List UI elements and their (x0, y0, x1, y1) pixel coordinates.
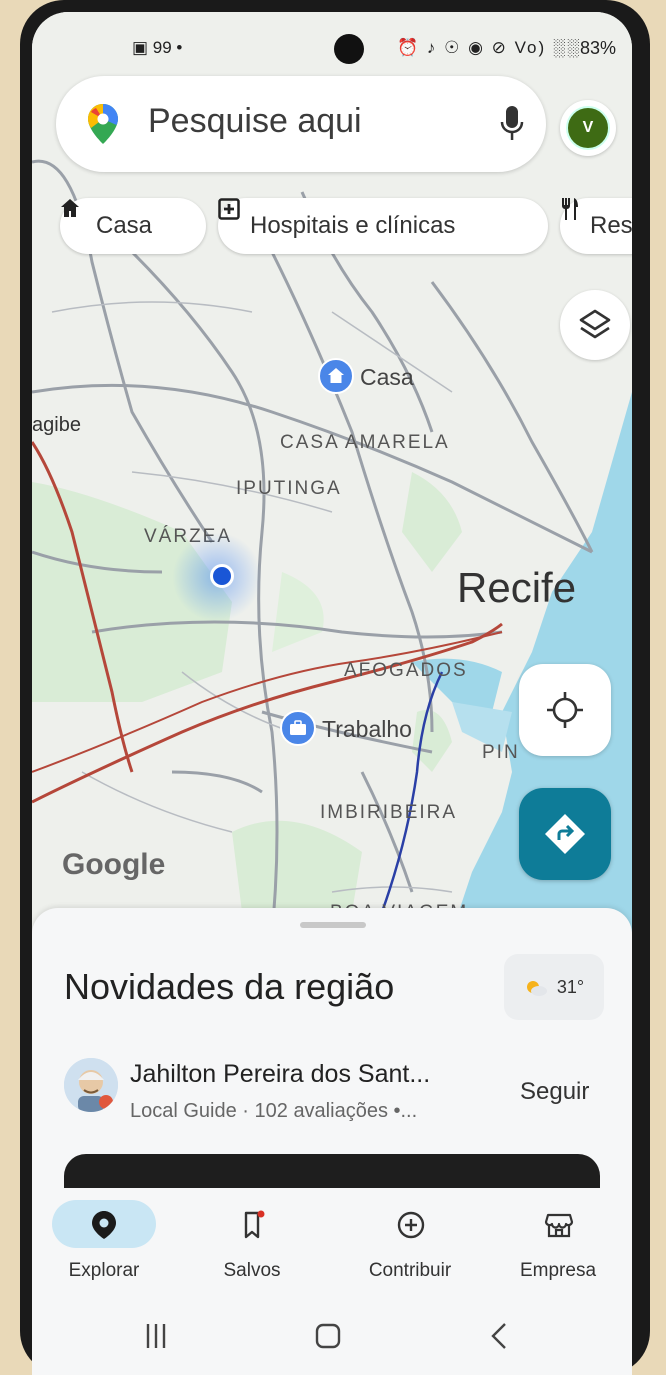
system-navigation-bar (32, 1298, 632, 1375)
area-label: IMBIRIBEIRA (320, 802, 458, 823)
back-button[interactable] (480, 1316, 520, 1361)
author-avatar[interactable] (64, 1058, 118, 1112)
nav-contribute-pill (358, 1200, 462, 1248)
partly-cloudy-icon (524, 977, 557, 997)
home-button[interactable] (308, 1316, 348, 1361)
author-name[interactable]: Jahilton Pereira dos Sant... (130, 1060, 430, 1089)
chip-home[interactable]: Casa (60, 198, 206, 254)
sheet-drag-handle[interactable] (300, 922, 366, 928)
area-label: agibe (32, 414, 81, 436)
explore-sheet[interactable]: Novidades da região 31° Jahilton Pereira… (32, 908, 632, 1214)
map-canvas[interactable]: ▣ 99 • ⏰ ♪ ☉ ◉ ⊘ Vo) ░░ 83% Pesquise aqu… (32, 12, 632, 932)
recents-icon (146, 1324, 166, 1348)
search-bar[interactable]: Pesquise aqui (56, 76, 546, 172)
layers-button[interactable] (560, 290, 630, 360)
storefront-icon (544, 1213, 574, 1238)
explore-pin-icon (92, 1211, 116, 1239)
sheet-title: Novidades da região (64, 966, 395, 1007)
directions-button[interactable] (519, 788, 611, 880)
nav-business-pill (506, 1200, 610, 1248)
directions-icon (545, 814, 585, 854)
area-label: IPUTINGA (236, 478, 342, 499)
nav-saved-label: Salvos (223, 1260, 281, 1281)
nav-contribute[interactable]: Contribuir (342, 1188, 478, 1288)
work-place-pin[interactable] (280, 710, 316, 746)
my-location-dot (210, 564, 234, 588)
chip-hospitals-label: Hospitais e clínicas (250, 212, 456, 239)
google-attribution: Google (62, 848, 166, 881)
crosshair-icon (547, 692, 583, 728)
nav-explore[interactable]: Explorar (46, 1188, 162, 1288)
nav-explore-pill (52, 1200, 156, 1248)
back-chevron-icon (491, 1323, 506, 1349)
nav-saved-pill (202, 1200, 306, 1248)
briefcase-icon (290, 720, 306, 735)
chip-restaurants[interactable]: Res (560, 198, 632, 254)
layers-icon (579, 309, 611, 339)
area-label: CASA AMARELA (280, 432, 450, 453)
news-post-header: Jahilton Pereira dos Sant... Local Guide… (64, 1054, 604, 1134)
chip-hospitals[interactable]: Hospitais e clínicas (218, 198, 548, 254)
avatar: V (566, 106, 610, 150)
weather-temperature: 31° (556, 977, 585, 997)
home-icon (328, 368, 344, 383)
battery-level: 83% (580, 38, 617, 58)
place-label-casa: Casa (360, 364, 414, 390)
nav-saved[interactable]: Salvos (202, 1188, 302, 1288)
nav-contribute-label: Contribuir (368, 1260, 452, 1281)
nav-business[interactable]: Empresa (506, 1188, 610, 1288)
recent-apps-button[interactable] (136, 1316, 176, 1361)
screen: ▣ 99 • ⏰ ♪ ☉ ◉ ⊘ Vo) ░░ 83% Pesquise aqu… (32, 12, 632, 1375)
status-bar: ▣ 99 • ⏰ ♪ ☉ ◉ ⊘ Vo) ░░ 83% (32, 38, 632, 62)
home-square-icon (315, 1323, 341, 1349)
nav-business-label: Empresa (519, 1260, 597, 1281)
status-icons: ⏰ ♪ ☉ ◉ ⊘ Vo) ░░ (397, 38, 581, 57)
add-circle-icon (397, 1211, 425, 1239)
search-placeholder: Pesquise aqui (148, 102, 362, 140)
bottom-navigation: Explorar Salvos Contribuir Empresa (32, 1188, 632, 1298)
author-meta: Local Guide · 102 avaliações •... (130, 1100, 418, 1122)
home-place-pin[interactable] (318, 358, 354, 394)
area-label: AFOGADOS (344, 660, 468, 681)
chip-home-label: Casa (96, 212, 153, 239)
nav-explore-label: Explorar (68, 1260, 140, 1281)
chip-restaurants-label: Res (590, 212, 632, 239)
weather-chip[interactable]: 31° (504, 954, 604, 1020)
bookmark-icon (244, 1210, 265, 1239)
front-camera (334, 34, 364, 64)
follow-button[interactable]: Seguir (520, 1078, 589, 1106)
place-label-trabalho: Trabalho (322, 716, 412, 742)
city-label-recife: Recife (457, 564, 577, 611)
status-left: ▣ 99 • (132, 38, 183, 57)
account-avatar-button[interactable]: V (560, 100, 616, 156)
area-label: PIN (482, 742, 520, 763)
my-location-button[interactable] (519, 664, 611, 756)
